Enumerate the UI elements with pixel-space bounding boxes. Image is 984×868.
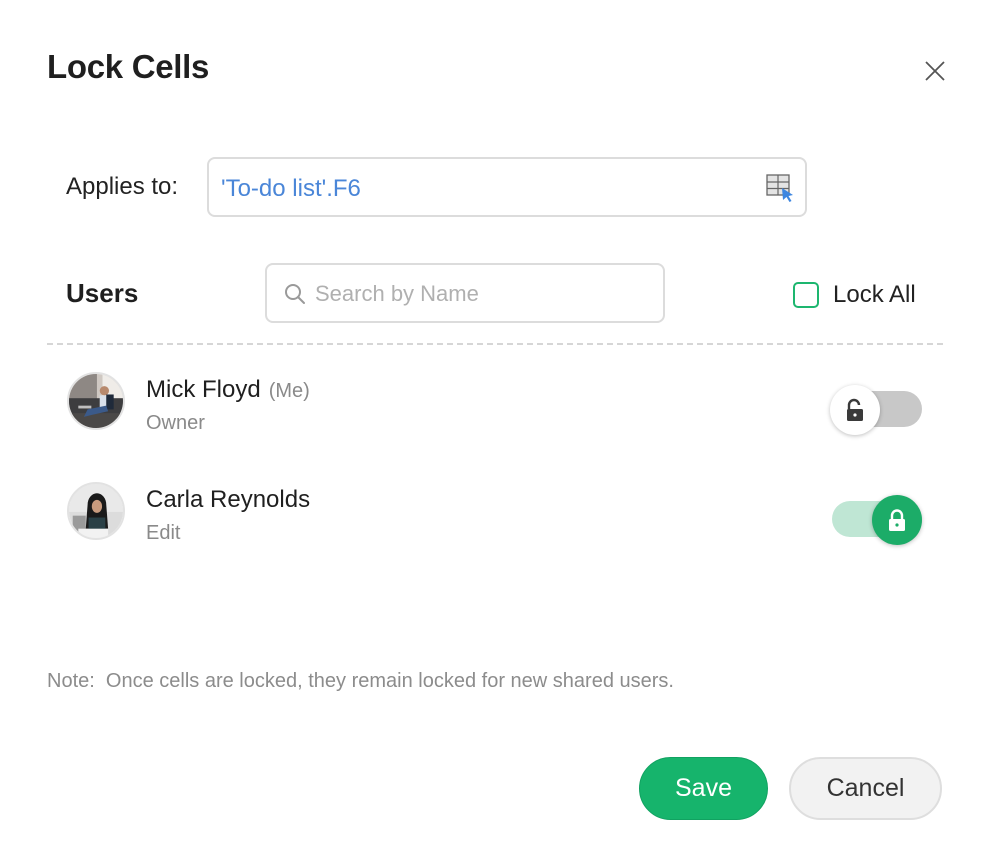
dialog-title: Lock Cells [47, 48, 210, 85]
users-heading: Users [66, 278, 139, 308]
toggle-knob[interactable] [872, 495, 922, 545]
user-me-tag: (Me) [268, 380, 310, 402]
lock-all-label: Lock All [833, 281, 916, 308]
lock-toggle-carla-reynolds[interactable] [830, 493, 922, 545]
applies-to-label: Applies to: [66, 173, 179, 200]
toggle-knob[interactable] [830, 385, 880, 435]
user-role: Edit [146, 522, 181, 544]
user-name-text: Carla Reynolds [146, 486, 311, 513]
user-role: Owner [146, 412, 205, 434]
lock-all-toggle[interactable]: Lock All [793, 280, 916, 310]
lock-all-checkbox[interactable] [793, 282, 819, 308]
user-row: Carla Reynolds Edit [0, 478, 984, 558]
close-button[interactable] [920, 56, 950, 86]
locked-padlock-icon [889, 509, 905, 531]
note-text: Note: Once cells are locked, they remain… [47, 670, 674, 692]
cell-range-picker-icon [766, 174, 793, 202]
section-divider [47, 343, 943, 345]
range-value[interactable]: 'To-do list'.F6 [221, 175, 361, 203]
save-button[interactable]: Save [639, 757, 768, 820]
search-by-name-input[interactable] [315, 277, 645, 311]
search-box[interactable] [265, 263, 665, 323]
avatar [67, 482, 125, 540]
user-row: Mick Floyd (Me) Owner [0, 368, 984, 448]
user-name: Carla Reynolds [146, 486, 310, 514]
lock-cells-dialog: Lock Cells Applies to: 'To-do list'.F6 U… [0, 0, 984, 868]
search-icon [285, 284, 305, 304]
user-name: Mick Floyd (Me) [146, 376, 310, 404]
user-photo-icon [69, 374, 123, 428]
close-icon [925, 61, 945, 81]
user-photo-icon [69, 484, 123, 538]
lock-toggle-mick-floyd[interactable] [830, 383, 922, 435]
user-name-text: Mick Floyd [146, 376, 261, 403]
range-picker-button[interactable] [765, 173, 795, 203]
avatar [67, 372, 125, 430]
cancel-button[interactable]: Cancel [789, 757, 942, 820]
applies-to-range-field[interactable]: 'To-do list'.F6 [207, 157, 807, 217]
unlocked-padlock-icon [847, 398, 863, 421]
